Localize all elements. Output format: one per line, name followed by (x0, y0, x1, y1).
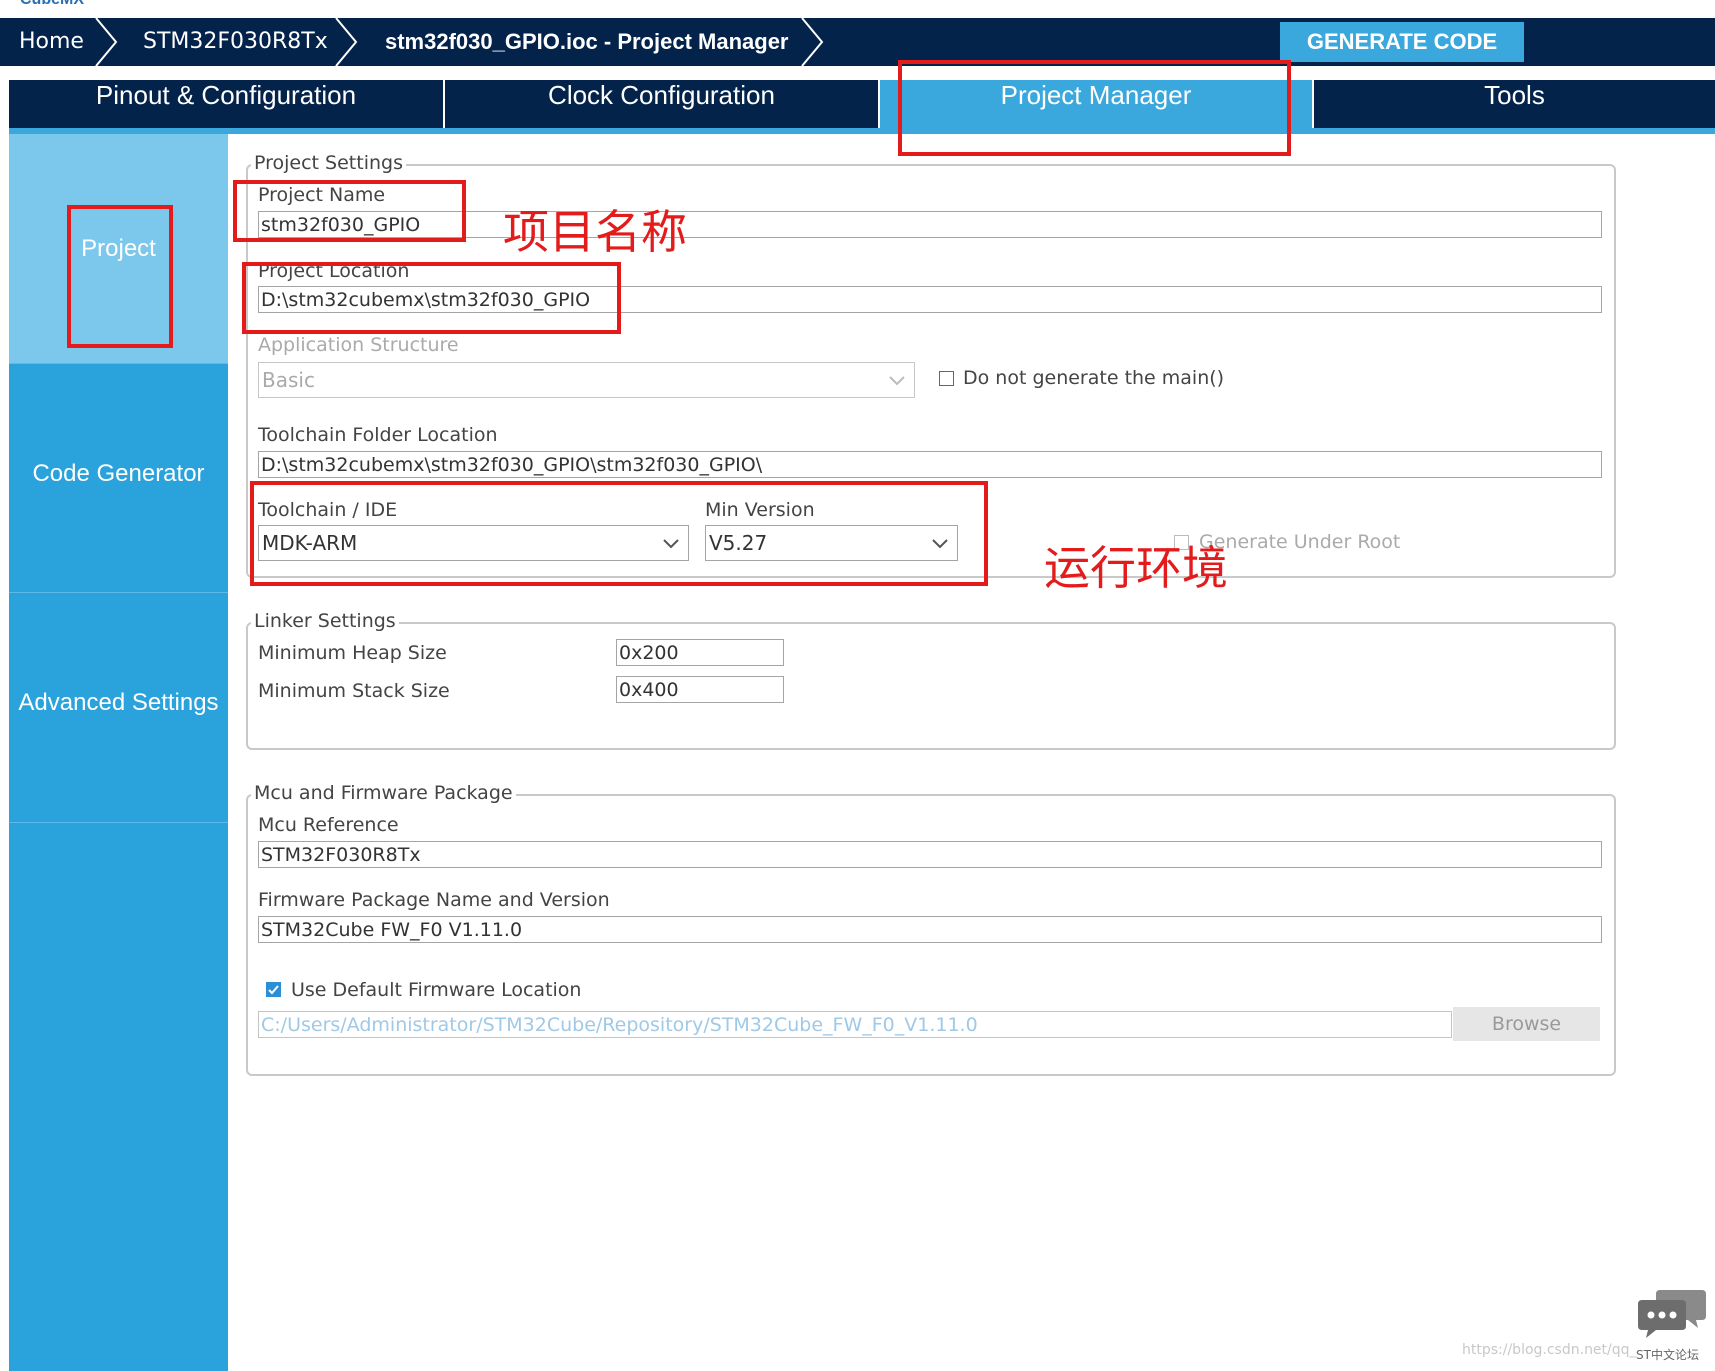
annotation-project-name-text: 项目名称 (503, 205, 687, 259)
browse-button[interactable]: Browse (1453, 1007, 1600, 1041)
app-logo: CubeMX (20, 0, 84, 9)
tab-project-manager[interactable]: Project Manager (880, 80, 1312, 128)
toolchain-ide-select[interactable]: MDK-ARM (258, 525, 689, 561)
project-name-input[interactable]: stm32f030_GPIO (258, 211, 1602, 238)
firmware-location-input[interactable]: C:/Users/Administrator/STM32Cube/Reposit… (258, 1011, 1452, 1038)
tab-tools[interactable]: Tools (1314, 80, 1715, 128)
chevron-right-icon (801, 18, 824, 66)
tab-underline (9, 128, 1715, 134)
checkmark-icon (268, 985, 279, 995)
toolchain-folder-label: Toolchain Folder Location (258, 424, 498, 446)
heap-size-input[interactable]: 0x200 (616, 639, 784, 666)
breadcrumb-home[interactable]: Home (19, 18, 84, 66)
application-structure-label: Application Structure (258, 334, 459, 356)
toolchain-folder-input[interactable]: D:\stm32cubemx\stm32f030_GPIO\stm32f030_… (258, 451, 1602, 478)
no-main-checkbox[interactable] (939, 371, 954, 386)
sidebar-item-code-generator[interactable]: Code Generator (9, 364, 228, 593)
min-version-label: Min Version (705, 499, 815, 521)
tab-clock[interactable]: Clock Configuration (445, 80, 878, 128)
generate-code-button[interactable]: GENERATE CODE (1280, 22, 1524, 62)
chevron-right-icon (335, 18, 358, 66)
min-version-select[interactable]: V5.27 (705, 525, 958, 561)
min-version-value: V5.27 (709, 531, 768, 555)
top-strip: CubeMX (0, 0, 1715, 18)
sidebar: Project Code Generator Advanced Settings (9, 134, 228, 1371)
chevron-down-icon (932, 539, 948, 549)
linker-settings-legend: Linker Settings (251, 610, 399, 632)
heap-size-label: Minimum Heap Size (258, 642, 447, 664)
breadcrumb: Home STM32F030R8Tx stm32f030_GPIO.ioc - … (0, 18, 1715, 66)
breadcrumb-mcu[interactable]: STM32F030R8Tx (143, 18, 328, 66)
use-default-firmware-checkbox[interactable] (266, 982, 281, 997)
sidebar-item-advanced-settings[interactable]: Advanced Settings (9, 593, 228, 823)
application-structure-value: Basic (262, 368, 315, 392)
project-settings-legend: Project Settings (251, 152, 406, 174)
annotation-toolchain-text: 运行环境 (1044, 541, 1228, 595)
mcu-firmware-legend: Mcu and Firmware Package (251, 782, 516, 804)
toolchain-ide-value: MDK-ARM (262, 531, 358, 555)
mcu-reference-label: Mcu Reference (258, 814, 399, 836)
watermark-label: ST中文论坛 (1636, 1348, 1699, 1362)
chat-bubble-icon (1638, 1290, 1706, 1338)
toolchain-ide-label: Toolchain / IDE (258, 499, 398, 521)
breadcrumb-current[interactable]: stm32f030_GPIO.ioc - Project Manager (385, 18, 789, 66)
tab-pinout[interactable]: Pinout & Configuration (9, 80, 443, 128)
watermark-url: https://blog.csdn.net/qq_ (1462, 1342, 1637, 1358)
chevron-down-icon (663, 539, 679, 549)
firmware-package-input[interactable]: STM32Cube FW_F0 V1.11.0 (258, 916, 1602, 943)
project-name-label: Project Name (258, 184, 386, 206)
mcu-reference-input[interactable]: STM32F030R8Tx (258, 841, 1602, 868)
chevron-down-icon (889, 376, 905, 386)
sidebar-item-project[interactable]: Project (9, 134, 228, 364)
stack-size-input[interactable]: 0x400 (616, 676, 784, 703)
project-location-input[interactable]: D:\stm32cubemx\stm32f030_GPIO (258, 286, 1602, 313)
use-default-firmware-label: Use Default Firmware Location (291, 979, 582, 1001)
main-tabs: Pinout & Configuration Clock Configurati… (9, 80, 1715, 130)
generate-under-root-label: Generate Under Root (1199, 531, 1401, 553)
chevron-right-icon (95, 18, 118, 66)
application-structure-select[interactable]: Basic (258, 362, 915, 398)
no-main-label: Do not generate the main() (963, 367, 1225, 389)
linker-settings-group (246, 622, 1616, 750)
firmware-package-label: Firmware Package Name and Version (258, 889, 610, 911)
stack-size-label: Minimum Stack Size (258, 680, 450, 702)
project-location-label: Project Location (258, 260, 410, 282)
